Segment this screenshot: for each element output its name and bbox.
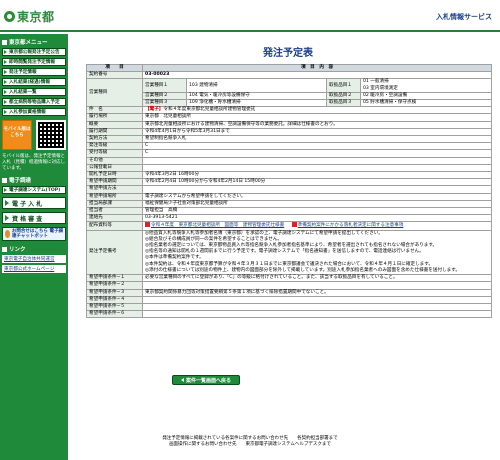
link-tokyo-official[interactable]: 東京都公式ホームページ [2,265,66,273]
table-row: 希望申請条件−４ [86,295,493,304]
detail-table: 項 目 項 目 内 容 契約番号 03-00023 営業種目 営業種目１ 103… [86,63,493,319]
mobile-block: モバイル版はこちら [2,120,66,150]
sidebar-section-links: リンク [2,245,66,253]
table-row: 契約番号 03-00023 [86,71,493,80]
page-title: 発注予定表 [263,48,313,59]
arrow-icon [4,110,7,114]
sidebar-section-system: 電子調達 [2,176,66,184]
qr-code-icon [36,120,66,150]
table-row: 件 名 【電子】令和４年度東京都北児童相談所建物管理委託 [86,106,493,115]
subject-value: 【電子】令和４年度東京都北児童相談所建物管理委託 [141,106,493,115]
section-marker-icon [2,39,7,45]
section-marker-icon [2,177,7,183]
table-row: 営業種目 営業種目１ 103 建物清掃 取扱品目１ 01 一般清掃 03 室内環… [86,78,493,108]
header-content: 項 目 内 容 [141,63,493,73]
table-row: 希望申請場所 電子調達システムから希望申請をしてください。 [86,192,493,201]
table-row: 希望申請条件−３ 東京都契約関係暴力団等対策措置要綱第５条第１項に基づく排除措置期… [86,288,493,297]
qualification-button[interactable]: 資 格 審 査 [2,212,66,224]
e-bidding-button[interactable]: 電 子 入 札 [2,197,66,209]
table-row: 配布資料等 令和４年度 東京都北児童相談所 図面等 建物管理委託仕様書 準備契約… [86,221,493,231]
sidebar-item-koho[interactable]: 東京都公報発注予定公告 [2,48,66,56]
chatbot-button[interactable]: お問合せはこちら 電子調達チャットボット [2,227,66,241]
arrow-icon [4,90,7,94]
doc-link-1[interactable]: 令和４年度 東京都北児童相談所 図面等 建物管理委託仕様書 [151,223,284,228]
table-row: 履行場所 東京都 北児童相談所 [86,113,493,122]
arrow-icon [4,100,7,104]
mobile-version-button[interactable]: モバイル版はこちら [2,120,32,150]
table-row: 公報登載日 [86,163,493,173]
sidebar-item-shikaku[interactable]: 入札参加資格情報 [2,108,66,116]
arrow-icon [5,215,9,221]
sidebar-item-system-top[interactable]: 電子調達システム(TOP) [2,186,66,194]
site-header: 東京都 入札情報サービス [0,0,500,32]
sidebar-item-byoin[interactable]: 都立病院等物品購入予定 [2,98,66,106]
arrow-icon [4,80,7,84]
logo-text: 東京都 [17,10,55,24]
table-row: 担当者 管理担当 高橋 [86,207,493,216]
pdf-icon [291,222,297,228]
table-row: 履行期間 令和4年4月1日から令和5年3月31日まで [86,127,493,137]
service-title: 入札情報サービス [436,13,492,21]
table-row: 希望申請方法 [86,185,493,194]
section-marker-icon [2,246,7,252]
table-row: 契約方法 希望制指名競争入札 [86,135,493,144]
table-row: 希望申請期間 令和4年2月4日 10時00分から令和4年2月14日 15時00分 [86,178,493,187]
table-row: 開札予定日時 令和4年3月2日 16時00分 [86,171,493,180]
mobile-note: モバイル版は、発注予定情報と入札（見積）経過情報に対応しています。 [2,154,65,171]
tokyo-logo[interactable]: 東京都 [4,8,55,25]
link-joint-operation[interactable]: 東京電子自治体共同運営 [2,255,66,263]
back-to-list-button[interactable]: 案件一覧画面へ戻る [172,375,240,385]
table-row: 希望申請条件−１ 必要な営業種目のすべてに登録があり、「C」の等級に格付けされてい… [86,274,493,283]
doc-link-2[interactable]: 準備契約案件にかかる落札者決定に関する注意事項 [298,223,404,228]
sidebar-item-sokuji[interactable]: 即時閲覧発注予定情報 [2,58,66,66]
table-row: 受付等級 C [86,149,493,158]
arrow-icon [5,200,9,206]
table-row: 希望申請条件−５ [86,302,493,312]
table-row: 担当局部課 福祉保健局少子社会対策部北児童相談所 [86,199,493,209]
footer-line-2: 画面操作に関するお問い合わせ先 東京都電子調達システムヘルプデスクまで [169,442,331,447]
arrow-left-icon [180,378,184,382]
table-row: 発注等級 C [86,142,493,151]
table-row: 営業種目２ 104 電気・暖冷房等設備保守 取扱品目２ 02 暖冷房・空調設備 [87,91,493,101]
arrow-icon [4,60,7,64]
table-row: 概要 東京都北児童相談所における建物清掃、空調設備保守等の業務委託。詳細は仕様書の… [86,120,493,129]
tokyo-emblem-icon [4,11,15,22]
table-row: 希望申請条件−６ [86,310,493,319]
sidebar: 東京都メニュー 東京都公報発注予定公告 即時閲覧発注予定情報 発注予定情報 入札… [0,34,68,460]
sidebar-section-menu: 東京都メニュー [2,38,66,46]
arrow-icon [4,50,7,54]
main-content: 発注予定表 項 目 項 目 内 容 契約番号 03-00023 営業種目 営業種… [82,34,494,460]
notes-value: ◎他品質入札等競争入札等参加者名簿（東京都）を承認の上、電子調達システムにて希望… [141,229,493,276]
table-row: 希望申請条件−２ [86,281,493,290]
arrow-icon [4,70,7,74]
table-header: 項 目 項 目 内 容 [86,63,493,73]
table-row: 発注予定備考 ◎他品質入札等競争入札等参加者名簿（東京都）を承認の上、電子調達シ… [86,229,493,276]
sidebar-item-hacchu[interactable]: 発注予定情報 [2,68,66,76]
contract-number: 03-00023 [141,71,493,80]
header-item: 項 目 [86,63,143,73]
table-row: 連絡先 03-3913-5421 [86,214,493,223]
footer: 発注予定情報に掲載されている各案件に関するお問い合わせ先 各契約担当部署まで 画… [90,436,410,448]
pdf-icon [145,222,150,228]
arrow-icon [4,188,7,192]
sidebar-item-kekka-keika[interactable]: 入札結果(経過)情報 [2,78,66,86]
chatbot-icon [5,230,10,238]
sidebar-item-kekka-ichiran[interactable]: 入札結果一覧 [2,88,66,96]
table-row: その他 [86,156,493,165]
table-row: 営業種目３ 109 浄化槽・貯水槽清掃 取扱品目３ 05 貯水槽清掃・保守点検 [87,99,493,108]
